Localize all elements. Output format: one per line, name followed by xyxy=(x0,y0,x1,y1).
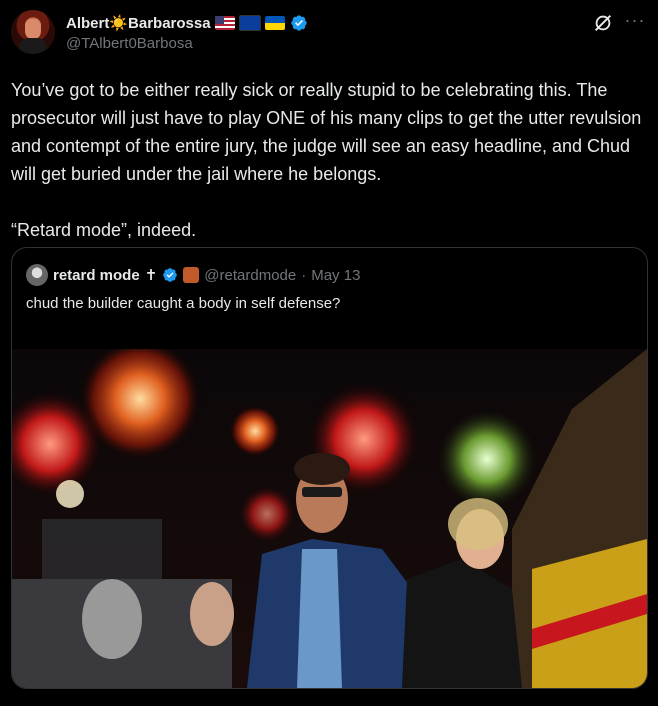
man-hair xyxy=(294,453,350,485)
man-sunglasses xyxy=(302,487,342,497)
author-name-row: Albert☀️Barbarossa xyxy=(66,12,308,34)
quoted-text: chud the builder caught a body in self d… xyxy=(26,295,341,312)
quoted-date[interactable]: May 13 xyxy=(311,267,360,284)
tweet-text: You’ve got to be either really sick or r… xyxy=(11,80,642,240)
grok-icon[interactable] xyxy=(592,12,614,34)
quoted-separator: · xyxy=(301,266,307,284)
firework-burst xyxy=(435,407,539,511)
firework-burst xyxy=(237,484,297,544)
fireworks-scene xyxy=(12,349,647,688)
quoted-header: retard mode ✝ @retardmode · May 13 xyxy=(26,264,360,286)
avatar-shirt xyxy=(19,38,47,54)
quoted-avatar[interactable] xyxy=(26,264,48,286)
tweet-header: Albert☀️Barbarossa @TAlbert0Barbosa ··· xyxy=(0,0,658,70)
firework-burst xyxy=(229,405,281,457)
quoted-affiliate-icon xyxy=(183,267,200,283)
author-avatar[interactable] xyxy=(11,10,55,54)
stadium-light xyxy=(56,480,84,508)
crowd-figure xyxy=(190,582,234,646)
woman-hair xyxy=(448,498,508,550)
crowd-figure xyxy=(82,579,142,659)
quoted-media-image[interactable] xyxy=(12,349,647,688)
quoted-name[interactable]: retard mode xyxy=(53,267,140,284)
quoted-name-symbol: ✝ xyxy=(144,267,158,284)
man-shirt xyxy=(297,549,342,688)
author-handle[interactable]: @TAlbert0Barbosa xyxy=(66,35,193,52)
quoted-tweet[interactable]: retard mode ✝ @retardmode · May 13 chud … xyxy=(11,247,648,689)
quoted-handle[interactable]: @retardmode xyxy=(204,267,296,284)
quoted-verified-badge-icon xyxy=(163,268,178,282)
verified-badge-icon[interactable] xyxy=(290,14,308,32)
eu-flag-icon xyxy=(238,15,261,31)
avatar-face xyxy=(25,19,41,39)
author-name[interactable]: Albert☀️Barbarossa xyxy=(66,14,211,32)
us-flag-icon xyxy=(214,16,235,30)
ukraine-flag-icon xyxy=(264,16,285,30)
more-options-icon[interactable]: ··· xyxy=(624,11,646,34)
